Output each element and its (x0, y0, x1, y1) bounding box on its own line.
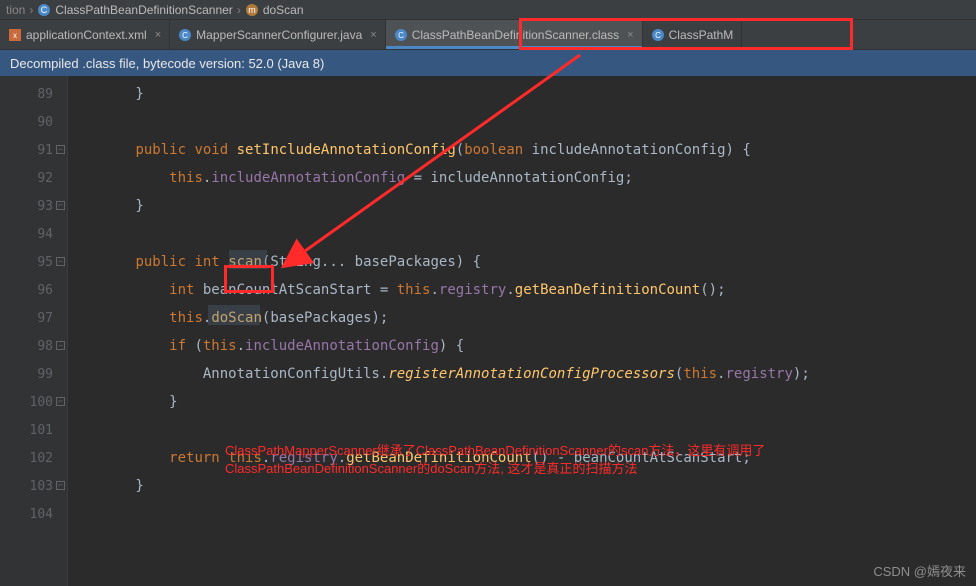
tab-label: ClassPathBeanDefinitionScanner.class (412, 28, 619, 42)
tab-classpathbeandefinitionscanner[interactable]: C ClassPathBeanDefinitionScanner.class × (386, 20, 643, 49)
code-editor[interactable]: 89 90 91− 92 93⌐ 94 95− 96 97 98− 99 100… (0, 76, 976, 586)
class-icon: C (37, 3, 51, 17)
class-file-icon: C (394, 28, 408, 42)
svg-text:m: m (248, 5, 256, 15)
fold-icon[interactable]: − (56, 257, 65, 266)
editor-tabs: x applicationContext.xml × C MapperScann… (0, 20, 976, 50)
fold-end-icon[interactable]: ⌐ (56, 397, 65, 406)
svg-text:C: C (655, 31, 661, 40)
method-icon: m (245, 3, 259, 17)
java-file-icon: C (178, 28, 192, 42)
fold-end-icon[interactable]: ⌐ (56, 201, 65, 210)
fold-icon[interactable]: − (56, 341, 65, 350)
fold-end-icon[interactable]: ⌐ (56, 481, 65, 490)
chevron-right-icon: › (29, 3, 33, 17)
breadcrumb-prefix: tion (6, 3, 25, 17)
breadcrumb-class[interactable]: ClassPathBeanDefinitionScanner (55, 3, 232, 17)
xml-file-icon: x (8, 28, 22, 42)
svg-text:x: x (13, 31, 17, 40)
tab-mapperscannerconfigurer[interactable]: C MapperScannerConfigurer.java × (170, 20, 386, 49)
breadcrumb: tion › C ClassPathBeanDefinitionScanner … (0, 0, 976, 20)
fold-icon[interactable]: − (56, 145, 65, 154)
close-icon[interactable]: × (155, 29, 161, 41)
close-icon[interactable]: × (370, 29, 376, 41)
banner-text: Decompiled .class file, bytecode version… (10, 56, 324, 71)
tab-applicationcontext[interactable]: x applicationContext.xml × (0, 20, 170, 49)
decompiled-banner: Decompiled .class file, bytecode version… (0, 50, 976, 76)
watermark: CSDN @嫣夜来 (873, 561, 966, 580)
tab-label: ClassPathM (669, 28, 734, 42)
tab-label: MapperScannerConfigurer.java (196, 28, 362, 42)
tab-label: applicationContext.xml (26, 28, 147, 42)
class-file-icon: C (651, 28, 665, 42)
code-area[interactable]: } public void setIncludeAnnotationConfig… (68, 76, 976, 586)
svg-text:C: C (182, 31, 188, 40)
chevron-right-icon: › (237, 3, 241, 17)
line-gutter: 89 90 91− 92 93⌐ 94 95− 96 97 98− 99 100… (0, 76, 68, 586)
tab-classpathm[interactable]: C ClassPathM (643, 20, 743, 49)
svg-text:C: C (398, 31, 404, 40)
breadcrumb-method[interactable]: doScan (263, 3, 304, 17)
svg-text:C: C (41, 5, 48, 15)
close-icon[interactable]: × (627, 29, 633, 41)
